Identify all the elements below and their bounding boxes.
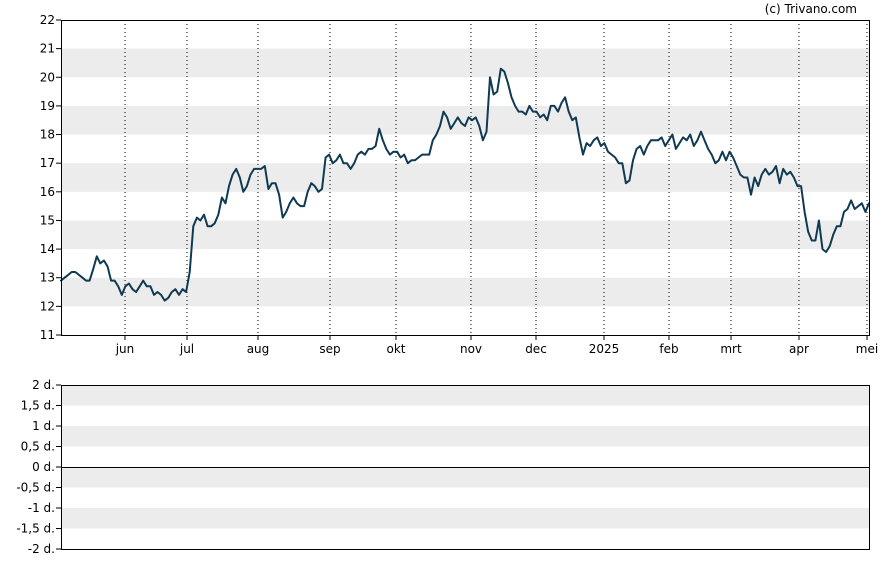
y-tick-label: -1 d.	[28, 501, 55, 515]
band	[61, 105, 869, 135]
y-tick-label: 0,5 d.	[21, 440, 55, 454]
x-tick-label: jul	[179, 342, 194, 356]
x-tick-label: sep	[319, 342, 340, 356]
x-tick-label: nov	[460, 342, 482, 356]
main-chart-x-ticks: jun jul aug sep okt nov dec 2025 feb mrt apr mei	[115, 335, 878, 356]
x-tick-label: mei	[856, 342, 878, 356]
x-tick-label: apr	[789, 342, 809, 356]
band	[61, 277, 869, 307]
x-tick-label: jun	[115, 342, 135, 356]
y-tick-label: 2 d.	[32, 378, 55, 392]
band	[61, 48, 869, 78]
y-tick-label: 14	[40, 242, 55, 256]
chart-svg: 11 12 13 14 15 16 17 18 19 20 21 22 jun jul aug sep okt…	[16, 13, 878, 556]
sub-chart-bands	[61, 385, 869, 529]
x-tick-label: aug	[247, 342, 270, 356]
y-tick-label: 11	[40, 328, 55, 342]
y-tick-label: 12	[40, 299, 55, 313]
sub-chart-y-ticks: 2 d. 1,5 d. 1 d. 0,5 d. 0 d. -0,5 d. -1 d. -1,5…	[16, 378, 61, 556]
x-tick-label: feb	[659, 342, 678, 356]
y-tick-label: -1,5 d.	[16, 522, 55, 536]
y-tick-label: 20	[40, 70, 55, 84]
y-tick-label: 13	[40, 271, 55, 285]
y-tick-label: 1 d.	[32, 419, 55, 433]
main-chart-y-ticks: 11 12 13 14 15 16 17 18 19 20 21 22	[40, 13, 61, 342]
chart-root: 11 12 13 14 15 16 17 18 19 20 21 22 jun jul aug sep okt…	[0, 0, 888, 565]
y-tick-label: 1,5 d.	[21, 399, 55, 413]
y-tick-label: 19	[40, 99, 55, 113]
y-tick-label: -2 d.	[28, 542, 55, 556]
y-tick-label: 18	[40, 128, 55, 142]
x-tick-label: 2025	[589, 342, 620, 356]
x-tick-label: mrt	[720, 342, 742, 356]
x-tick-label: okt	[387, 342, 406, 356]
band	[61, 385, 869, 406]
y-tick-label: 0 d.	[32, 460, 55, 474]
y-tick-label: 16	[40, 185, 55, 199]
x-tick-label: dec	[525, 342, 547, 356]
band	[61, 467, 869, 488]
band	[61, 508, 869, 529]
y-tick-label: 22	[40, 13, 55, 27]
y-tick-label: -0,5 d.	[16, 481, 55, 495]
y-tick-label: 21	[40, 42, 55, 56]
y-tick-label: 17	[40, 156, 55, 170]
y-tick-label: 15	[40, 213, 55, 227]
credit-text: (c) Trivano.com	[764, 2, 857, 16]
band	[61, 426, 869, 447]
band	[61, 220, 869, 250]
